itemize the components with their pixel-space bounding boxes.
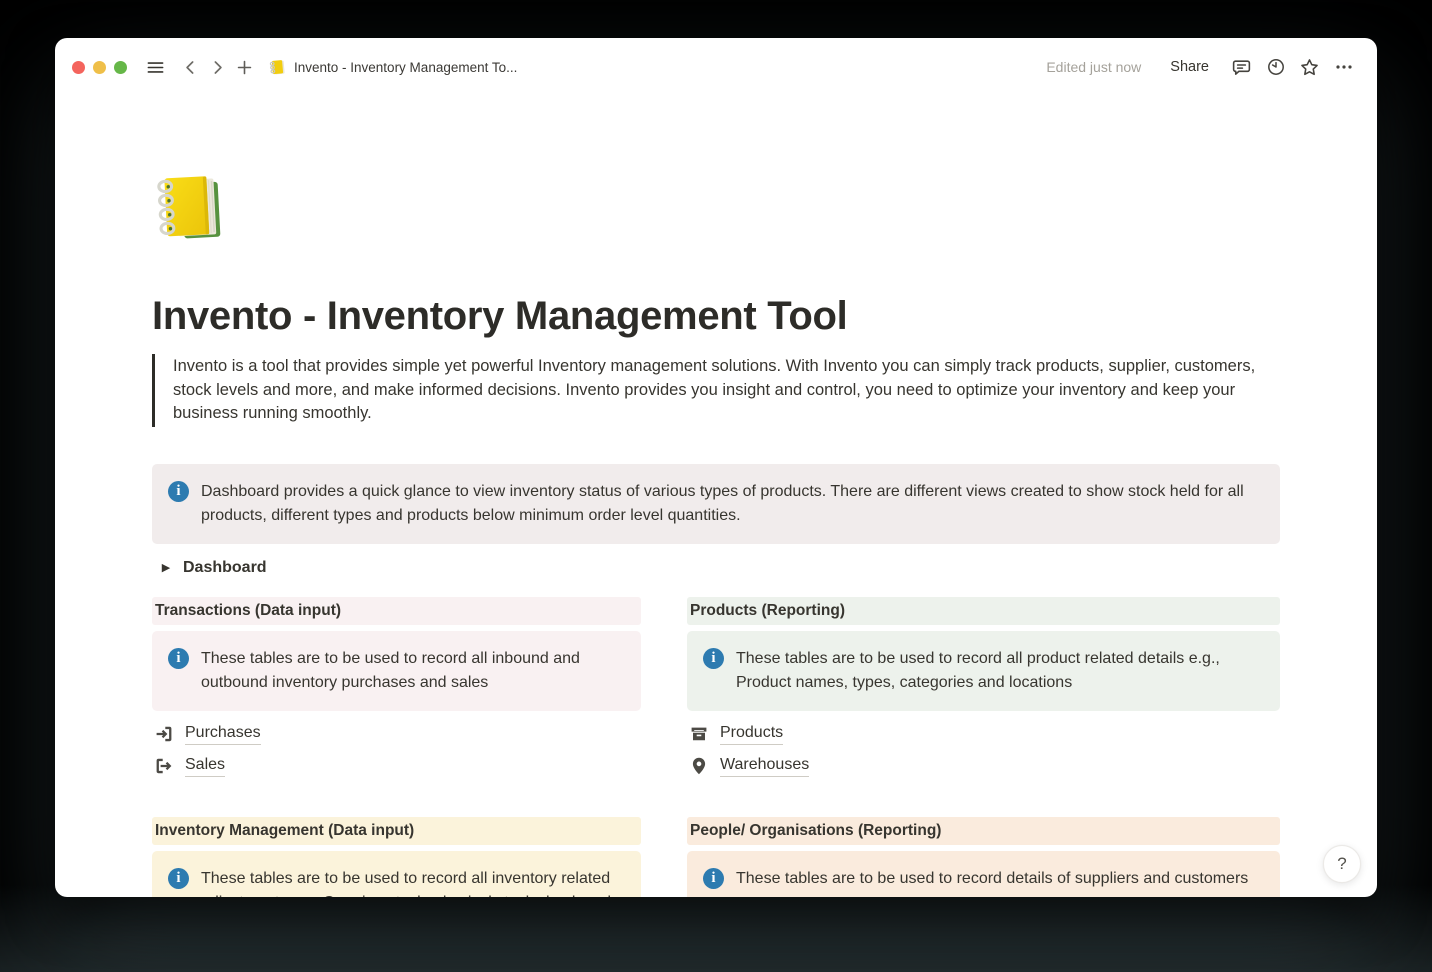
ledger-notebook-icon[interactable] xyxy=(152,172,234,248)
people-organisations-heading: People/ Organisations (Reporting) xyxy=(687,817,1280,845)
notebook-page-icon xyxy=(266,56,288,78)
traffic-lights xyxy=(72,61,127,74)
minimize-window-button[interactable] xyxy=(93,61,106,74)
intro-quote: Invento is a tool that provides simple y… xyxy=(152,354,1264,427)
dashboard-toggle[interactable]: ▶ Dashboard xyxy=(152,554,1280,582)
toggle-triangle-icon[interactable]: ▶ xyxy=(155,561,177,574)
info-icon: i xyxy=(703,648,724,669)
page-body: Invento - Inventory Management Tool Inve… xyxy=(152,172,1280,897)
dashboard-callout-text: Dashboard provides a quick glance to vie… xyxy=(201,480,1264,528)
door-enter-icon xyxy=(154,724,174,744)
back-chevron-icon[interactable] xyxy=(177,54,204,80)
door-exit-icon xyxy=(154,756,174,776)
warehouses-link-label[interactable]: Warehouses xyxy=(720,755,809,777)
edited-status: Edited just now xyxy=(1046,59,1141,75)
page-title: Invento - Inventory Management Tool xyxy=(152,292,1280,340)
products-links: Products Warehouses xyxy=(687,720,1280,780)
forward-chevron-icon[interactable] xyxy=(204,54,231,80)
products-callout: i These tables are to be used to record … xyxy=(687,631,1280,711)
products-link-label[interactable]: Products xyxy=(720,723,783,745)
transactions-heading: Transactions (Data input) xyxy=(152,597,641,625)
info-icon: i xyxy=(168,481,189,502)
inventory-management-callout-text: These tables are to be used to record al… xyxy=(201,867,625,898)
products-column: Products (Reporting) i These tables are … xyxy=(687,597,1280,784)
people-organisations-callout: i These tables are to be used to record … xyxy=(687,851,1280,898)
share-button[interactable]: Share xyxy=(1165,56,1214,78)
dashboard-toggle-label: Dashboard xyxy=(183,559,267,577)
people-organisations-column: People/ Organisations (Reporting) i Thes… xyxy=(687,817,1280,898)
info-icon: i xyxy=(168,868,189,889)
page-link-purchases[interactable]: Purchases xyxy=(152,720,641,748)
dashboard-callout: i Dashboard provides a quick glance to v… xyxy=(152,464,1280,544)
people-organisations-callout-text: These tables are to be used to record de… xyxy=(736,867,1248,898)
columns-row-1: Transactions (Data input) i These tables… xyxy=(152,597,1280,784)
inventory-management-heading: Inventory Management (Data input) xyxy=(152,817,641,845)
comments-icon[interactable] xyxy=(1228,54,1255,80)
page-link-products[interactable]: Products xyxy=(687,720,1280,748)
tab-title[interactable]: Invento - Inventory Management To... xyxy=(294,60,517,75)
plus-icon[interactable] xyxy=(231,54,258,80)
info-icon: i xyxy=(168,648,189,669)
products-callout-text: These tables are to be used to record al… xyxy=(736,647,1264,695)
page-link-sales[interactable]: Sales xyxy=(152,752,641,780)
zoom-window-button[interactable] xyxy=(114,61,127,74)
inventory-management-callout: i These tables are to be used to record … xyxy=(152,851,641,898)
products-heading: Products (Reporting) xyxy=(687,597,1280,625)
more-options-icon[interactable] xyxy=(1330,54,1357,80)
favorite-star-icon[interactable] xyxy=(1296,54,1323,80)
purchases-link-label[interactable]: Purchases xyxy=(185,723,261,745)
transactions-column: Transactions (Data input) i These tables… xyxy=(152,597,641,784)
transactions-callout-text: These tables are to be used to record al… xyxy=(201,647,625,695)
sales-link-label[interactable]: Sales xyxy=(185,755,225,777)
close-window-button[interactable] xyxy=(72,61,85,74)
titlebar: Invento - Inventory Management To... Edi… xyxy=(55,38,1377,82)
updates-clock-icon[interactable] xyxy=(1262,54,1289,80)
location-pin-icon xyxy=(689,756,709,776)
inventory-management-column: Inventory Management (Data input) i Thes… xyxy=(152,817,641,898)
transactions-callout: i These tables are to be used to record … xyxy=(152,631,641,711)
page-link-warehouses[interactable]: Warehouses xyxy=(687,752,1280,780)
transactions-links: Purchases Sales xyxy=(152,720,641,780)
archive-box-icon xyxy=(689,724,709,744)
columns-row-2: Inventory Management (Data input) i Thes… xyxy=(152,817,1280,898)
help-button[interactable]: ? xyxy=(1323,845,1361,883)
menu-icon[interactable] xyxy=(142,54,169,80)
info-icon: i xyxy=(703,868,724,889)
app-window: Invento - Inventory Management To... Edi… xyxy=(55,38,1377,897)
